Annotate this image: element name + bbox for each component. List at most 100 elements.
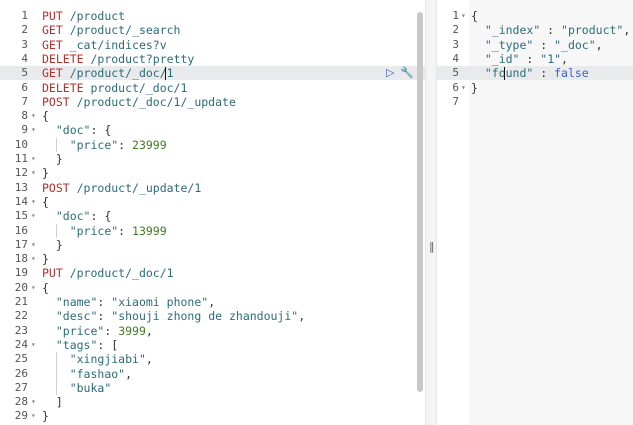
- request-editor[interactable]: 1 2 3 4 5 6 7 8 ▾ 9 ▾ 10 11 ▾ 12 ▾ 13 14 ▾ 15 ▾ 16 17 ▾ 18 ▾ 19 20 ▾…: [0, 0, 425, 425]
- fold-toggle-icon[interactable]: ▾: [31, 123, 36, 137]
- request-code-line[interactable]: PUT /product/_doc/1: [40, 266, 425, 280]
- request-code-line[interactable]: PUT /product: [40, 9, 425, 23]
- response-code-area: { "_index" : "product", "_type" : "_doc"…: [469, 0, 633, 425]
- token-method: GET: [42, 37, 63, 52]
- response-code-line[interactable]: "_id" : "1",: [469, 52, 633, 66]
- token-brace: {: [471, 9, 478, 23]
- fold-toggle-icon[interactable]: ▾: [31, 395, 36, 409]
- token-brace: ]: [42, 395, 63, 410]
- request-code-line[interactable]: {: [40, 109, 425, 123]
- request-code-line[interactable]: GET /product/_doc/1: [40, 66, 425, 80]
- request-code-line[interactable]: "name": "xiaomi phone",: [40, 295, 425, 309]
- fold-toggle-icon[interactable]: ▾: [31, 195, 36, 209]
- request-code-line[interactable]: "tags": [: [40, 338, 425, 352]
- request-code-line[interactable]: }: [40, 252, 425, 266]
- fold-toggle-icon[interactable]: ▾: [31, 409, 36, 423]
- request-code-line[interactable]: "price": 3999,: [40, 324, 425, 338]
- request-line-number: 13: [14, 180, 28, 194]
- token-brace: ,: [145, 352, 153, 367]
- request-line-number: 19: [14, 266, 28, 280]
- request-code-line[interactable]: DELETE /product?pretty: [40, 52, 425, 66]
- response-code-line[interactable]: [469, 95, 633, 109]
- token-brace: [42, 123, 56, 137]
- editor-scrollbar[interactable]: [417, 12, 423, 392]
- token-path: /product/_doc/1: [62, 66, 174, 81]
- token-key: "_index": [484, 23, 541, 38]
- request-code-line[interactable]: }: [40, 238, 425, 252]
- fold-toggle-icon[interactable]: ▾: [31, 109, 36, 123]
- token-method: DELETE: [42, 80, 84, 95]
- request-line-number: 2: [21, 23, 28, 37]
- request-code-line[interactable]: "fashao",: [40, 367, 425, 381]
- request-code-area[interactable]: PUT /product GET /product/_search GET _cat…: [40, 0, 425, 425]
- token-str: "_doc": [554, 37, 596, 52]
- token-brace: }: [471, 80, 478, 95]
- response-code-line[interactable]: "_type" : "_doc",: [469, 38, 633, 52]
- token-brace: }: [42, 252, 49, 267]
- fold-toggle-icon[interactable]: ▾: [31, 238, 36, 252]
- token-str: "1": [540, 51, 562, 66]
- token-str: "fashao": [69, 366, 126, 381]
- token-str: "xiaomi phone": [111, 295, 209, 309]
- response-line-number: 3: [452, 37, 459, 51]
- request-code-line[interactable]: {: [40, 195, 425, 209]
- token-brace: :: [540, 23, 562, 38]
- token-brace: ,: [145, 323, 153, 338]
- wrench-icon[interactable]: 🔧: [400, 66, 414, 80]
- token-brace: :: [533, 66, 555, 81]
- request-code-line[interactable]: "price": 13999: [40, 224, 425, 238]
- request-code-line[interactable]: }: [40, 409, 425, 423]
- token-path: _cat/indices?v: [62, 37, 167, 52]
- request-code-line[interactable]: "buka": [40, 381, 425, 395]
- request-code-line[interactable]: POST /product/_update/1: [40, 181, 425, 195]
- request-line-number: 12: [14, 166, 28, 180]
- response-code-line[interactable]: "found" : false: [469, 66, 633, 80]
- fold-toggle-icon[interactable]: ▾: [461, 81, 466, 95]
- pane-resize-divider[interactable]: ‖: [425, 0, 437, 425]
- request-code-line[interactable]: "xingjiabi",: [40, 352, 425, 366]
- token-method: POST: [42, 180, 70, 195]
- response-code-line[interactable]: }: [469, 81, 633, 95]
- fold-toggle-icon[interactable]: ▾: [31, 281, 36, 295]
- token-key: "_id": [484, 51, 520, 66]
- fold-toggle-icon[interactable]: ▾: [31, 252, 36, 266]
- text-cursor: [504, 67, 505, 81]
- resize-grip-icon[interactable]: ‖: [429, 240, 435, 253]
- token-brace: : [: [97, 337, 119, 352]
- request-code-line[interactable]: {: [40, 281, 425, 295]
- request-code-line[interactable]: DELETE product/_doc/1: [40, 81, 425, 95]
- fold-toggle-icon[interactable]: ▾: [31, 338, 36, 352]
- request-line-number: 29: [14, 409, 28, 423]
- request-line-number: 26: [14, 366, 28, 380]
- request-line-number: 15: [14, 209, 28, 223]
- request-code-line[interactable]: "doc": {: [40, 123, 425, 137]
- token-method: PUT: [42, 9, 63, 23]
- indent-guide: [56, 223, 57, 238]
- request-line-number: 3: [21, 37, 28, 51]
- response-line-number: 1: [452, 9, 459, 22]
- fold-toggle-icon[interactable]: ▾: [31, 166, 36, 180]
- fold-toggle-icon[interactable]: ▾: [31, 209, 36, 223]
- play-icon[interactable]: ▷: [386, 66, 394, 80]
- token-str: "product": [561, 23, 624, 38]
- request-code-line[interactable]: GET /product/_search: [40, 23, 425, 37]
- token-brace: }: [42, 152, 63, 166]
- request-code-line[interactable]: "desc": "shouji zhong de zhandouji",: [40, 309, 425, 323]
- response-code-line[interactable]: {: [469, 9, 633, 23]
- request-code-line[interactable]: }: [40, 152, 425, 166]
- token-brace: :: [118, 137, 133, 152]
- response-code-line[interactable]: "_index" : "product",: [469, 23, 633, 37]
- request-code-line[interactable]: POST /product/_doc/1/_update: [40, 95, 425, 109]
- request-code-line[interactable]: ]: [40, 395, 425, 409]
- request-code-line[interactable]: }: [40, 166, 425, 180]
- request-code-line[interactable]: "price": 23999: [40, 138, 425, 152]
- response-line-number: 5: [452, 66, 459, 80]
- fold-toggle-icon[interactable]: ▾: [461, 9, 466, 23]
- token-brace: [471, 52, 485, 66]
- fold-toggle-icon[interactable]: ▾: [31, 152, 36, 166]
- request-line-number: 24: [14, 337, 28, 351]
- request-code-line[interactable]: "doc": {: [40, 209, 425, 223]
- request-code-line[interactable]: GET _cat/indices?v: [40, 38, 425, 52]
- token-key: "doc": [55, 209, 91, 224]
- response-viewer[interactable]: 1 ▾ 2 3 4 5 6 ▾ 7 { "_index" : "product", "_type…: [437, 0, 633, 425]
